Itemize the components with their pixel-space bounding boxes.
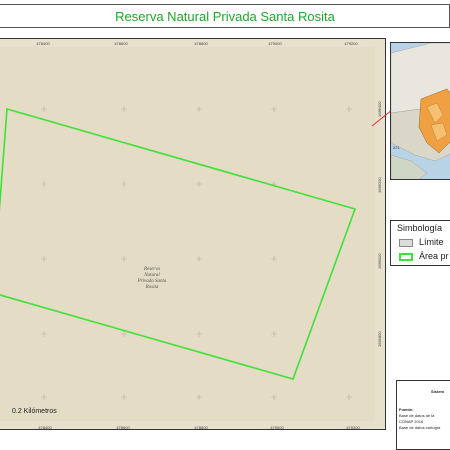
- tick-bottom-1: 478400: [38, 425, 52, 430]
- tick-bottom-3: 478800: [194, 425, 208, 430]
- source-line-2: CONAP 2016: [399, 419, 424, 424]
- inset-label: 221: [393, 145, 400, 150]
- tick-top-1: 478400: [36, 41, 50, 46]
- reserve-parcel-polygon: [0, 107, 357, 380]
- source-fuente-label: Fuente:: [399, 407, 414, 412]
- inset-locator-map[interactable]: 221: [390, 42, 450, 180]
- tick-right-3: 1686000: [377, 253, 382, 269]
- legend-swatch-limite: [399, 238, 413, 247]
- inset-map-svg: [391, 43, 450, 179]
- tick-bottom-2: 478600: [116, 425, 130, 430]
- source-heading: Sistem: [431, 389, 445, 394]
- source-line-1: Base de datos de la: [399, 413, 435, 418]
- source-info-box: Sistem Fuente: Base de datos de la CONAP…: [396, 380, 450, 450]
- tick-top-4: 479000: [268, 41, 282, 46]
- parcel-label-line-4: Rosita: [145, 285, 159, 290]
- legend-label-limite: Límite: [419, 237, 444, 247]
- map-canvas[interactable]: [0, 47, 375, 429]
- tick-top-3: 478800: [194, 41, 208, 46]
- legend-box: Simbología Límite Área pr: [390, 220, 450, 266]
- tick-right-2: 1686200: [377, 177, 382, 193]
- tick-top-2: 478600: [114, 41, 128, 46]
- legend-item-area: Área pr: [399, 251, 449, 261]
- map-title: Reserva Natural Privada Santa Rosita: [115, 9, 335, 24]
- grid-crosses: [41, 106, 352, 400]
- map-title-bar: Reserva Natural Privada Santa Rosita: [0, 8, 450, 26]
- tick-top-5: 479200: [344, 41, 358, 46]
- tick-bottom-5: 479200: [346, 425, 360, 430]
- main-map-frame[interactable]: 478400 478600 478800 479000 479200 47840…: [0, 38, 386, 430]
- tick-bottom-4: 479000: [270, 425, 284, 430]
- scale-label: 0.2 Kilómetros: [12, 408, 57, 415]
- map-svg: [0, 106, 357, 429]
- parcel-label: Reserva Natural Privada Santa Rosita: [127, 267, 177, 291]
- tick-right-4: 1685800: [377, 331, 382, 347]
- legend-title: Simbología: [397, 223, 443, 233]
- legend-swatch-area: [399, 252, 413, 261]
- source-line-3: Base de datos cartogra: [399, 425, 441, 430]
- legend-item-limite: Límite: [399, 237, 444, 247]
- legend-label-area: Área pr: [419, 251, 449, 261]
